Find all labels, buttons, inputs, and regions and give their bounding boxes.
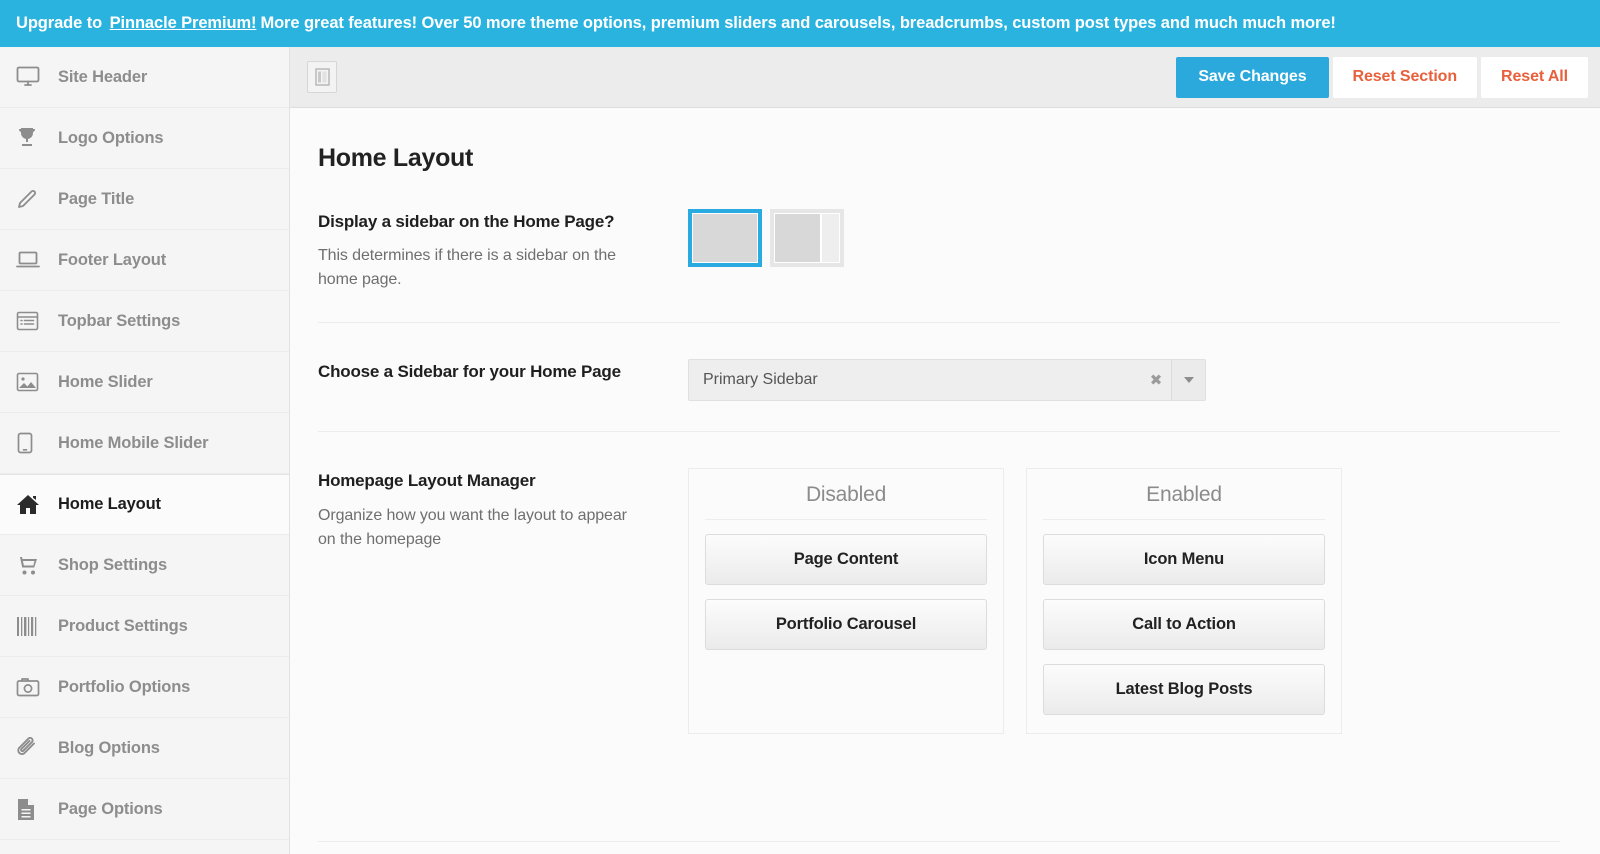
sidebar-item-home-layout[interactable]: Home Layout (0, 474, 289, 535)
paperclip-icon (16, 737, 58, 759)
list-panel-icon (16, 311, 58, 331)
sorter-panel-heading: Enabled (1043, 483, 1325, 521)
barcode-icon (16, 616, 58, 637)
page-title: Home Layout (318, 144, 474, 172)
sidebar-item-label: Home Mobile Slider (58, 433, 209, 452)
sidebar-item-label: Home Layout (58, 495, 161, 513)
clear-x-icon[interactable]: ✖ (1141, 360, 1171, 400)
promo-tail-text: More great features! Over 50 more theme … (260, 14, 1336, 32)
sidebar-item-label: Logo Options (58, 128, 164, 147)
sidebar-item-label: Home Slider (58, 372, 153, 391)
sidebar-item-shop-settings[interactable]: Shop Settings (0, 535, 289, 596)
promo-lead-text: Upgrade to (16, 14, 103, 32)
trophy-icon (16, 127, 58, 149)
sidebar-item-label: Shop Settings (58, 555, 167, 574)
sidebar-item-label: Page Title (58, 189, 135, 208)
sidebar-item-product-settings[interactable]: Product Settings (0, 596, 289, 657)
sidebar-item-topbar-settings[interactable]: Topbar Settings (0, 291, 289, 352)
sidebar-select[interactable]: Primary Sidebar ✖ (688, 359, 1206, 402)
sorter-panel-heading: Disabled (705, 483, 987, 521)
sidebar-item-label: Blog Options (58, 738, 160, 757)
camera-icon (16, 677, 58, 697)
sidebar-item-label: Product Settings (58, 616, 188, 635)
field-description: Organize how you want the layout to appe… (318, 506, 627, 548)
content-area: Save Changes Reset Section Reset All Hom… (290, 47, 1600, 854)
sorter-item[interactable]: Icon Menu (1043, 534, 1325, 586)
field-label-group: Homepage Layout Manager Organize how you… (318, 468, 688, 734)
field-control (688, 209, 1600, 292)
tablet-icon (16, 432, 58, 454)
laptop-icon (16, 250, 58, 270)
sidebar-item-blog-options[interactable]: Blog Options (0, 718, 289, 779)
thumb-content-block (693, 214, 757, 262)
sidebar-item-footer-layout[interactable]: Footer Layout (0, 230, 289, 291)
expand-sidebar-icon[interactable] (307, 61, 337, 93)
pencil-icon (16, 188, 58, 210)
sidebar-item-label: Portfolio Options (58, 677, 191, 696)
thumb-sidebar-block (822, 214, 839, 262)
sidebar-item-label: Topbar Settings (58, 311, 181, 330)
field-description: This determines if there is a sidebar on… (318, 247, 616, 289)
sidebar-item-home-slider[interactable]: Home Slider (0, 352, 289, 413)
app-shell: Site Header Logo Options Page Title Foot… (0, 47, 1600, 854)
layout-option-content-with-sidebar[interactable] (770, 209, 844, 267)
sidebar-item-label: Footer Layout (58, 250, 167, 269)
field-display-sidebar: Display a sidebar on the Home Page? This… (290, 209, 1600, 292)
bottom-divider (318, 841, 1560, 842)
image-icon (16, 372, 58, 392)
settings-sidebar: Site Header Logo Options Page Title Foot… (0, 47, 290, 854)
sorter-item[interactable]: Page Content (705, 534, 987, 586)
field-label-group: Choose a Sidebar for your Home Page (318, 359, 688, 401)
cart-icon (16, 555, 58, 576)
field-label-group: Display a sidebar on the Home Page? This… (318, 209, 688, 292)
reset-all-button[interactable]: Reset All (1481, 56, 1588, 98)
section-divider (318, 431, 1560, 433)
field-title: Display a sidebar on the Home Page? (318, 212, 615, 231)
field-title: Choose a Sidebar for your Home Page (318, 362, 621, 382)
sidebar-item-portfolio-options[interactable]: Portfolio Options (0, 657, 289, 718)
layout-sorter: Disabled Page Content Portfolio Carousel… (688, 468, 1600, 735)
field-choose-sidebar: Choose a Sidebar for your Home Page Prim… (290, 359, 1600, 402)
save-changes-button[interactable]: Save Changes (1176, 56, 1329, 98)
sorter-panel-enabled[interactable]: Enabled Icon Menu Call to Action Latest … (1026, 468, 1342, 735)
options-toolbar: Save Changes Reset Section Reset All (290, 47, 1600, 108)
layout-option-full-width[interactable] (688, 209, 762, 267)
reset-section-button[interactable]: Reset Section (1332, 56, 1478, 98)
pinnacle-premium-link[interactable]: Pinnacle Premium! (110, 14, 257, 33)
thumb-content-block (775, 214, 820, 262)
sidebar-item-page-title[interactable]: Page Title (0, 169, 289, 230)
promo-banner: Upgrade to Pinnacle Premium! More great f… (0, 0, 1600, 47)
sidebar-item-page-options[interactable]: Page Options (0, 779, 289, 840)
sidebar-select-value: Primary Sidebar (703, 371, 818, 389)
chevron-down-icon[interactable] (1171, 360, 1205, 401)
sidebar-item-site-header[interactable]: Site Header (0, 47, 289, 108)
monitor-icon (16, 66, 58, 88)
layout-thumbnail-group (688, 209, 1600, 267)
sorter-item[interactable]: Call to Action (1043, 599, 1325, 651)
field-control: Disabled Page Content Portfolio Carousel… (688, 468, 1600, 735)
field-control: Primary Sidebar ✖ (688, 359, 1600, 402)
caret-glyph (1183, 377, 1194, 384)
options-panel: Home Layout Display a sidebar on the Hom… (290, 108, 1600, 854)
field-title: Homepage Layout Manager (318, 471, 536, 491)
sorter-item[interactable]: Latest Blog Posts (1043, 664, 1325, 716)
sorter-item[interactable]: Portfolio Carousel (705, 599, 987, 651)
sorter-panel-disabled[interactable]: Disabled Page Content Portfolio Carousel (688, 468, 1004, 735)
sidebar-item-label: Page Options (58, 799, 163, 818)
field-homepage-layout-manager: Homepage Layout Manager Organize how you… (290, 468, 1600, 735)
sidebar-item-home-mobile-slider[interactable]: Home Mobile Slider (0, 413, 289, 474)
sidebar-item-logo-options[interactable]: Logo Options (0, 108, 289, 169)
home-icon (16, 494, 58, 516)
sidebar-item-label: Site Header (58, 67, 148, 86)
document-icon (16, 798, 58, 821)
section-divider (318, 322, 1560, 324)
